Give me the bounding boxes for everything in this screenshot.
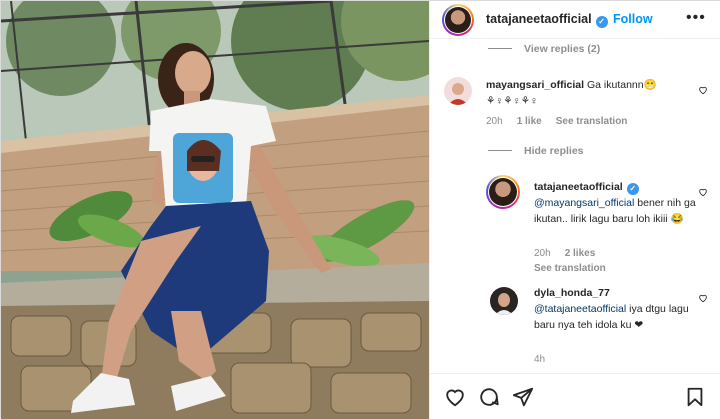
send-icon[interactable] xyxy=(512,386,534,408)
comment-meta-1: 20h 1 like See translation xyxy=(486,116,627,127)
follow-button[interactable]: Follow xyxy=(613,12,653,26)
reply-mention[interactable]: @tatajaneetaofficial xyxy=(534,303,626,315)
reply-meta-2: 4h xyxy=(534,354,545,365)
post-side-panel: tatajaneetaofficial ✓ Follow ••• View rep… xyxy=(429,1,720,419)
post-photo[interactable] xyxy=(1,1,429,419)
verified-badge-icon: ✓ xyxy=(595,16,608,28)
comment-username[interactable]: mayangsari_official xyxy=(486,79,584,91)
more-options-icon[interactable]: ••• xyxy=(686,9,706,27)
post-action-bar xyxy=(430,373,720,419)
reply-mention[interactable]: @mayangsari_official xyxy=(534,197,634,209)
comments-list: View replies (2) mayangsari_official Ga … xyxy=(430,39,720,373)
reply-body-1: tatajaneetaofficial ✓ @mayangsari_officia… xyxy=(534,179,696,227)
instagram-post-window: tatajaneetaofficial ✓ Follow ••• View rep… xyxy=(0,0,720,419)
comment-avatar-mayangsari[interactable] xyxy=(444,77,472,105)
post-header: tatajaneetaofficial ✓ Follow ••• xyxy=(430,1,720,39)
reply-body-2: dyla_honda_77 @tatajaneetaofficial iya d… xyxy=(534,285,696,333)
comment-icon[interactable] xyxy=(478,386,500,408)
heart-icon[interactable] xyxy=(444,386,466,408)
comment-time: 20h xyxy=(486,116,503,127)
author-username[interactable]: tatajaneetaofficial xyxy=(486,12,592,26)
see-translation-button[interactable]: See translation xyxy=(556,116,628,127)
reply-username[interactable]: tatajaneetaofficial xyxy=(534,181,623,193)
reply-likes[interactable]: 2 likes xyxy=(565,248,596,259)
post-image xyxy=(1,1,429,419)
reply-time: 4h xyxy=(534,354,546,365)
verified-badge-icon: ✓ xyxy=(626,183,639,195)
comment-body-1: mayangsari_official Ga ikutannn😁 ⚘♀⚘♀⚘♀ xyxy=(486,77,692,109)
author-username-row[interactable]: tatajaneetaofficial ✓ xyxy=(486,12,608,28)
replies-divider-line xyxy=(488,149,512,151)
hide-replies-label: Hide replies xyxy=(524,145,584,157)
hide-replies-button[interactable]: Hide replies xyxy=(488,145,584,157)
reply-like-heart-icon[interactable] xyxy=(698,187,708,197)
view-replies-label: View replies (2) xyxy=(524,43,601,55)
comment-like-heart-icon[interactable] xyxy=(698,85,708,95)
reply-meta-1: 20h 2 likes xyxy=(534,248,595,259)
view-replies-button[interactable]: View replies (2) xyxy=(488,43,600,55)
reply-avatar-tatajaneeta[interactable] xyxy=(486,175,520,209)
bookmark-icon[interactable] xyxy=(684,386,706,408)
comment-text-line2: ⚘♀⚘♀⚘♀ xyxy=(486,95,538,107)
author-avatar[interactable] xyxy=(442,4,474,36)
reply-like-heart-icon[interactable] xyxy=(698,293,708,303)
comment-text: Ga ikutannn😁 xyxy=(586,79,657,91)
reply-username[interactable]: dyla_honda_77 xyxy=(534,287,610,299)
reply-time: 20h xyxy=(534,248,551,259)
comment-likes[interactable]: 1 like xyxy=(517,116,542,127)
see-translation-button[interactable]: See translation xyxy=(534,263,606,274)
reply-avatar-dyla[interactable] xyxy=(490,287,518,315)
replies-divider-line xyxy=(488,47,512,49)
